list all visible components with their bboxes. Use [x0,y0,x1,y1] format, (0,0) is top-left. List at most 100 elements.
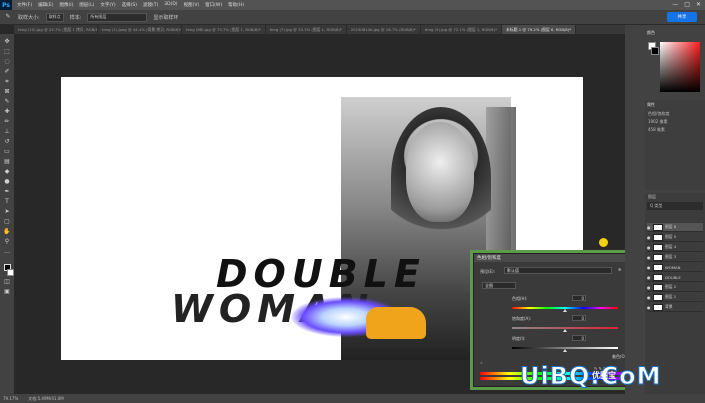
eyedropper-tool-icon[interactable]: ✎ [3,98,11,106]
menu-item[interactable]: 图像(I) [59,2,73,8]
tools-panel: ✥ ⬚ ◌ ✐ ⌗ ⊠ ✎ ✚ ✏ ⊥ ↺ ▭ ▤ ◆ ● ✒ T ➤ ▢ ✋ … [0,34,14,394]
document-tab[interactable]: 未标题-1 @ 79.2% (图层 6, RGB/8)* [501,25,577,34]
shape-tool-icon[interactable]: ▢ [3,218,11,226]
preset-select[interactable]: 默认值 [504,267,612,274]
menu-item[interactable]: 视图(V) [184,2,200,8]
type-tool-icon[interactable]: T [3,198,11,206]
quick-select-tool-icon[interactable]: ✐ [3,68,11,76]
lasso-tool-icon[interactable]: ◌ [3,58,11,66]
color-picker-field[interactable] [660,42,700,92]
layer-visibility-icon[interactable]: ● [647,225,651,230]
layer-visibility-icon[interactable]: ● [647,235,651,240]
layer-row[interactable]: ● DOUBLE [647,273,703,282]
dodge-tool-icon[interactable]: ● [3,178,11,186]
layer-row[interactable]: ● 图层 6 [647,223,703,232]
document-size[interactable]: 文档:5.49M/41.0M [28,396,63,402]
layer-row[interactable]: ● 图层 2 [647,283,703,292]
layer-visibility-icon[interactable]: ● [647,275,651,280]
layer-visibility-icon[interactable]: ● [647,305,651,310]
layer-name: 背景 [665,304,673,309]
share-button[interactable]: 共享 [667,12,697,22]
menu-item[interactable]: 滤镜(T) [143,2,158,8]
blur-tool-icon[interactable]: ◆ [3,168,11,176]
minimize-icon[interactable]: — [672,1,678,8]
menu-item[interactable]: 3D(D) [164,2,177,8]
preset-options-icon[interactable]: ✲ [618,267,621,272]
sample-size-select[interactable]: 取样点 [45,12,64,22]
layer-name: WOMAN [665,264,681,270]
document-tab[interactable]: timg (7).jpg @ 33.3% (图层 1, RGB/8)* [266,25,347,34]
lightness-slider-thumb[interactable] [563,349,567,352]
menu-item[interactable]: 帮助(H) [228,2,244,8]
layer-row[interactable]: ● 图层 4 [647,243,703,252]
document-tabs: timg (10).jpg @ 22.7% (图层 1 拷贝, RGB/8)* t… [14,25,625,34]
layer-visibility-icon[interactable]: ● [647,295,651,300]
stamp-tool-icon[interactable]: ⊥ [3,128,11,136]
options-bar: ✎ 取样大小: 取样点 样本: 所有图层 显示取样环 共享 [0,10,705,25]
layer-name: DOUBLE [665,274,681,280]
color-panel-title: 颜色 [647,30,655,35]
layer-visibility-icon[interactable]: ● [647,265,651,270]
menu-item[interactable]: 文字(Y) [100,2,115,8]
crop-tool-icon[interactable]: ⌗ [3,78,11,86]
lightness-input[interactable]: 0 [572,335,586,341]
zoom-tool-icon[interactable]: ⚲ [3,238,11,246]
eraser-tool-icon[interactable]: ▭ [3,148,11,156]
gradient-tool-icon[interactable]: ▤ [3,158,11,166]
menu-item[interactable]: 窗口(W) [205,2,222,8]
photoshop-logo-icon[interactable]: Ps [0,0,12,10]
menu-item[interactable]: 选择(S) [122,2,137,8]
close-icon[interactable]: ✕ [696,1,701,8]
show-ring-checkbox[interactable]: 显示取样环 [153,14,178,21]
layer-filter-input[interactable]: Q 类型 [647,202,703,210]
properties-title: 属性 [647,102,655,107]
eyedropper-icon[interactable]: ✎ [4,13,12,21]
layer-thumbnail [653,253,663,261]
document-tab[interactable]: timg (88).jpg @ 73.7% (图层 1, RGB/8)* [182,25,266,34]
hand-tool-icon[interactable]: ✋ [3,228,11,236]
hue-slider-thumb[interactable] [563,309,567,312]
layer-name: 图层 5 [665,234,677,239]
layer-visibility-icon[interactable]: ● [647,285,651,290]
brush-tool-icon[interactable]: ✏ [3,118,11,126]
layer-row[interactable]: ● 图层 1 [647,293,703,302]
targeted-adjust-icon[interactable]: ☝ [480,360,482,365]
layer-row[interactable]: ● 背景 [647,303,703,312]
frame-tool-icon[interactable]: ⊠ [3,88,11,96]
panel-background-swatch[interactable] [651,47,659,55]
maximize-icon[interactable]: □ [684,1,690,8]
layer-row[interactable]: ● WOMAN [647,263,703,272]
pen-tool-icon[interactable]: ✒ [3,188,11,196]
channel-select[interactable]: 全图 [482,282,516,289]
screen-mode-icon[interactable]: ▣ [3,288,11,296]
history-brush-icon[interactable]: ↺ [3,138,11,146]
saturation-input[interactable]: 0 [572,315,586,321]
layer-visibility-icon[interactable]: ● [647,245,651,250]
layer-visibility-icon[interactable]: ● [647,255,651,260]
layer-thumbnail [653,283,663,291]
marquee-tool-icon[interactable]: ⬚ [3,48,11,56]
saturation-slider-thumb[interactable] [563,329,567,332]
document-tab[interactable]: timg (5).jpg @ 72.1% (图层 1, RGB/8)* [421,25,502,34]
zoom-level[interactable]: 79.17% [3,396,18,401]
layer-row[interactable]: ● 图层 5 [647,233,703,242]
path-select-icon[interactable]: ➤ [3,208,11,216]
layer-thumbnail [653,303,663,311]
sample-select[interactable]: 所有图层 [87,12,148,22]
move-tool-icon[interactable]: ✥ [3,38,11,46]
menu-item[interactable]: 图层(L) [79,2,94,8]
layer-row[interactable]: ● 图层 3 [647,253,703,262]
hue-input[interactable]: 0 [572,295,586,301]
document-tab[interactable]: timg (10).jpg @ 22.7% (图层 1 拷贝, RGB/8)* [14,25,98,34]
healing-tool-icon[interactable]: ✚ [3,108,11,116]
more-tools-icon[interactable]: … [3,248,11,256]
property-height[interactable]: 458 像素 [645,126,705,134]
menu-item[interactable]: 文件(F) [17,2,32,8]
background-color-swatch[interactable] [6,269,14,276]
menu-item[interactable]: 编辑(E) [38,2,53,8]
quick-mask-icon[interactable]: ◫ [3,278,11,286]
document-tab[interactable]: 20190814b.jpg @ 16.7% (RGB/8)* [347,25,421,34]
property-width[interactable]: 1902 像素 [645,118,705,126]
document-tab[interactable]: timg (1).jpeg @ 44.4% (背景 拷贝, RGB/8)* [98,25,182,34]
sample-size-label: 取样大小: [18,14,40,21]
